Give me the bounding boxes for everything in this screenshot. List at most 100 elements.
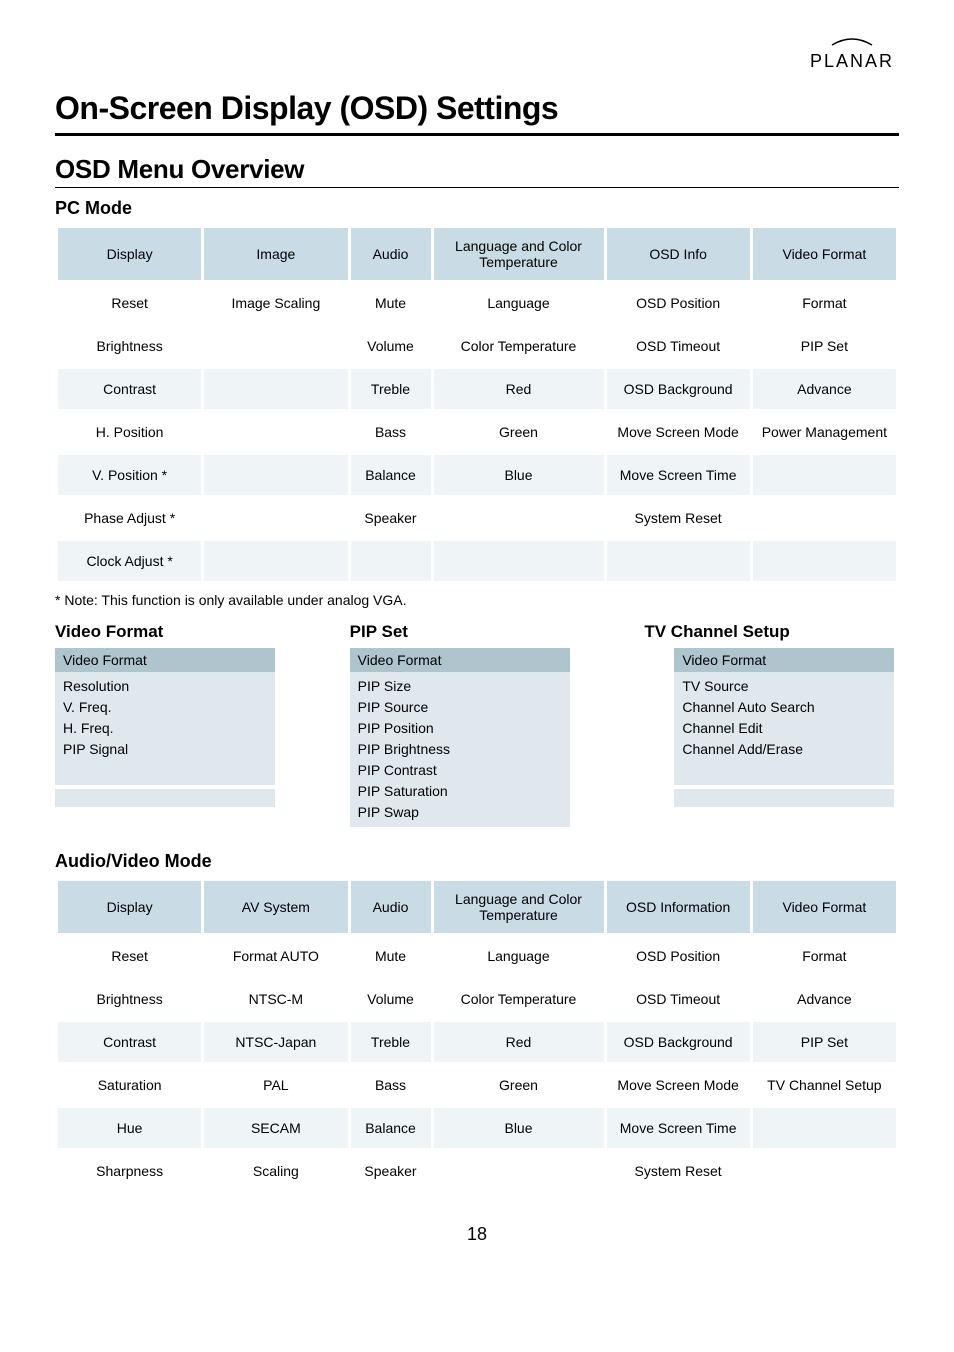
av-header-cell: Language and Color Temperature xyxy=(434,881,604,933)
av-cell xyxy=(753,1108,896,1148)
pc-cell: System Reset xyxy=(607,498,750,538)
pc-cell: Image Scaling xyxy=(204,283,347,323)
av-cell: Format xyxy=(753,936,896,976)
box-item: PIP Source xyxy=(358,697,562,718)
av-cell: Speaker xyxy=(351,1151,431,1191)
av-cell: PAL xyxy=(204,1065,347,1105)
av-cell: System Reset xyxy=(607,1151,750,1191)
pc-cell xyxy=(204,412,347,452)
pc-cell: Reset xyxy=(58,283,201,323)
pc-header-cell: Video Format xyxy=(753,228,896,280)
video-format-col: Video Format Video Format Resolution V. … xyxy=(55,622,310,827)
pc-cell xyxy=(434,498,604,538)
pc-cell: Power Management xyxy=(753,412,896,452)
box-item: Channel Auto Search xyxy=(682,697,886,718)
pip-set-heading: PIP Set xyxy=(350,622,605,642)
pc-cell: OSD Position xyxy=(607,283,750,323)
box-header: Video Format xyxy=(674,648,894,672)
av-cell: Contrast xyxy=(58,1022,201,1062)
av-cell: Advance xyxy=(753,979,896,1019)
pip-set-col: PIP Set Video Format PIP Size PIP Source… xyxy=(350,622,605,827)
sub-columns: Video Format Video Format Resolution V. … xyxy=(55,622,899,827)
av-cell: Red xyxy=(434,1022,604,1062)
box-item: PIP Signal xyxy=(63,739,267,760)
section-heading: OSD Menu Overview xyxy=(55,154,899,185)
pc-header-cell: Audio xyxy=(351,228,431,280)
av-cell: NTSC-M xyxy=(204,979,347,1019)
tv-channel-heading: TV Channel Setup xyxy=(644,622,899,642)
pc-cell: Phase Adjust * xyxy=(58,498,201,538)
box-item: Channel Edit xyxy=(682,718,886,739)
pc-cell: V. Position * xyxy=(58,455,201,495)
pc-cell: Language xyxy=(434,283,604,323)
av-header-cell: OSD Information xyxy=(607,881,750,933)
box-item: PIP Brightness xyxy=(358,739,562,760)
av-cell: SECAM xyxy=(204,1108,347,1148)
av-cell: Format AUTO xyxy=(204,936,347,976)
pc-mode-table: Display Image Audio Language and Color T… xyxy=(55,225,899,584)
logo-text: PLANAR xyxy=(810,51,894,71)
av-cell: Mute xyxy=(351,936,431,976)
pc-cell xyxy=(204,455,347,495)
pip-set-box: Video Format PIP Size PIP Source PIP Pos… xyxy=(350,648,570,827)
pc-cell xyxy=(434,541,604,581)
av-cell: Scaling xyxy=(204,1151,347,1191)
page-title: On-Screen Display (OSD) Settings xyxy=(55,90,899,127)
pc-header-cell: Language and Color Temperature xyxy=(434,228,604,280)
pc-cell: Treble xyxy=(351,369,431,409)
pc-cell: Move Screen Mode xyxy=(607,412,750,452)
av-cell: Volume xyxy=(351,979,431,1019)
box-item: V. Freq. xyxy=(63,697,267,718)
tv-channel-col: TV Channel Setup Video Format TV Source … xyxy=(644,622,899,827)
title-divider xyxy=(55,133,899,136)
brand-logo: PLANAR xyxy=(810,35,894,72)
section-divider xyxy=(55,187,899,188)
box-item: H. Freq. xyxy=(63,718,267,739)
tv-channel-box: Video Format TV Source Channel Auto Sear… xyxy=(674,648,894,807)
av-cell xyxy=(753,1151,896,1191)
box-item: PIP Swap xyxy=(358,802,562,823)
pc-cell xyxy=(753,498,896,538)
av-cell: Reset xyxy=(58,936,201,976)
av-cell: Balance xyxy=(351,1108,431,1148)
pc-cell xyxy=(607,541,750,581)
pc-cell: Move Screen Time xyxy=(607,455,750,495)
box-item: PIP Saturation xyxy=(358,781,562,802)
pc-cell xyxy=(204,326,347,366)
box-item: PIP Size xyxy=(358,676,562,697)
av-mode-table: Display AV System Audio Language and Col… xyxy=(55,878,899,1194)
av-cell xyxy=(434,1151,604,1191)
pc-cell: Speaker xyxy=(351,498,431,538)
pc-mode-heading: PC Mode xyxy=(55,198,899,219)
pc-cell: Blue xyxy=(434,455,604,495)
pc-header-cell: Image xyxy=(204,228,347,280)
av-mode-heading: Audio/Video Mode xyxy=(55,851,899,872)
pc-cell: Volume xyxy=(351,326,431,366)
av-cell: Treble xyxy=(351,1022,431,1062)
av-cell: Blue xyxy=(434,1108,604,1148)
pc-cell xyxy=(204,498,347,538)
pc-header-cell: Display xyxy=(58,228,201,280)
av-cell: Green xyxy=(434,1065,604,1105)
pc-cell xyxy=(351,541,431,581)
pc-cell: Color Temperature xyxy=(434,326,604,366)
planar-swoosh-icon xyxy=(827,35,877,49)
av-cell: Saturation xyxy=(58,1065,201,1105)
box-item: PIP Contrast xyxy=(358,760,562,781)
box-item: PIP Position xyxy=(358,718,562,739)
av-header-cell: Display xyxy=(58,881,201,933)
pc-cell xyxy=(204,541,347,581)
av-cell: Hue xyxy=(58,1108,201,1148)
footnote: * Note: This function is only available … xyxy=(55,592,899,608)
pc-cell xyxy=(753,455,896,495)
av-cell: NTSC-Japan xyxy=(204,1022,347,1062)
pc-cell xyxy=(204,369,347,409)
pc-cell: Red xyxy=(434,369,604,409)
av-header-cell: Audio xyxy=(351,881,431,933)
box-item: Channel Add/Erase xyxy=(682,739,886,760)
av-cell: Language xyxy=(434,936,604,976)
av-cell: Move Screen Mode xyxy=(607,1065,750,1105)
pc-cell: OSD Timeout xyxy=(607,326,750,366)
av-cell: OSD Position xyxy=(607,936,750,976)
box-header: Video Format xyxy=(55,648,275,672)
